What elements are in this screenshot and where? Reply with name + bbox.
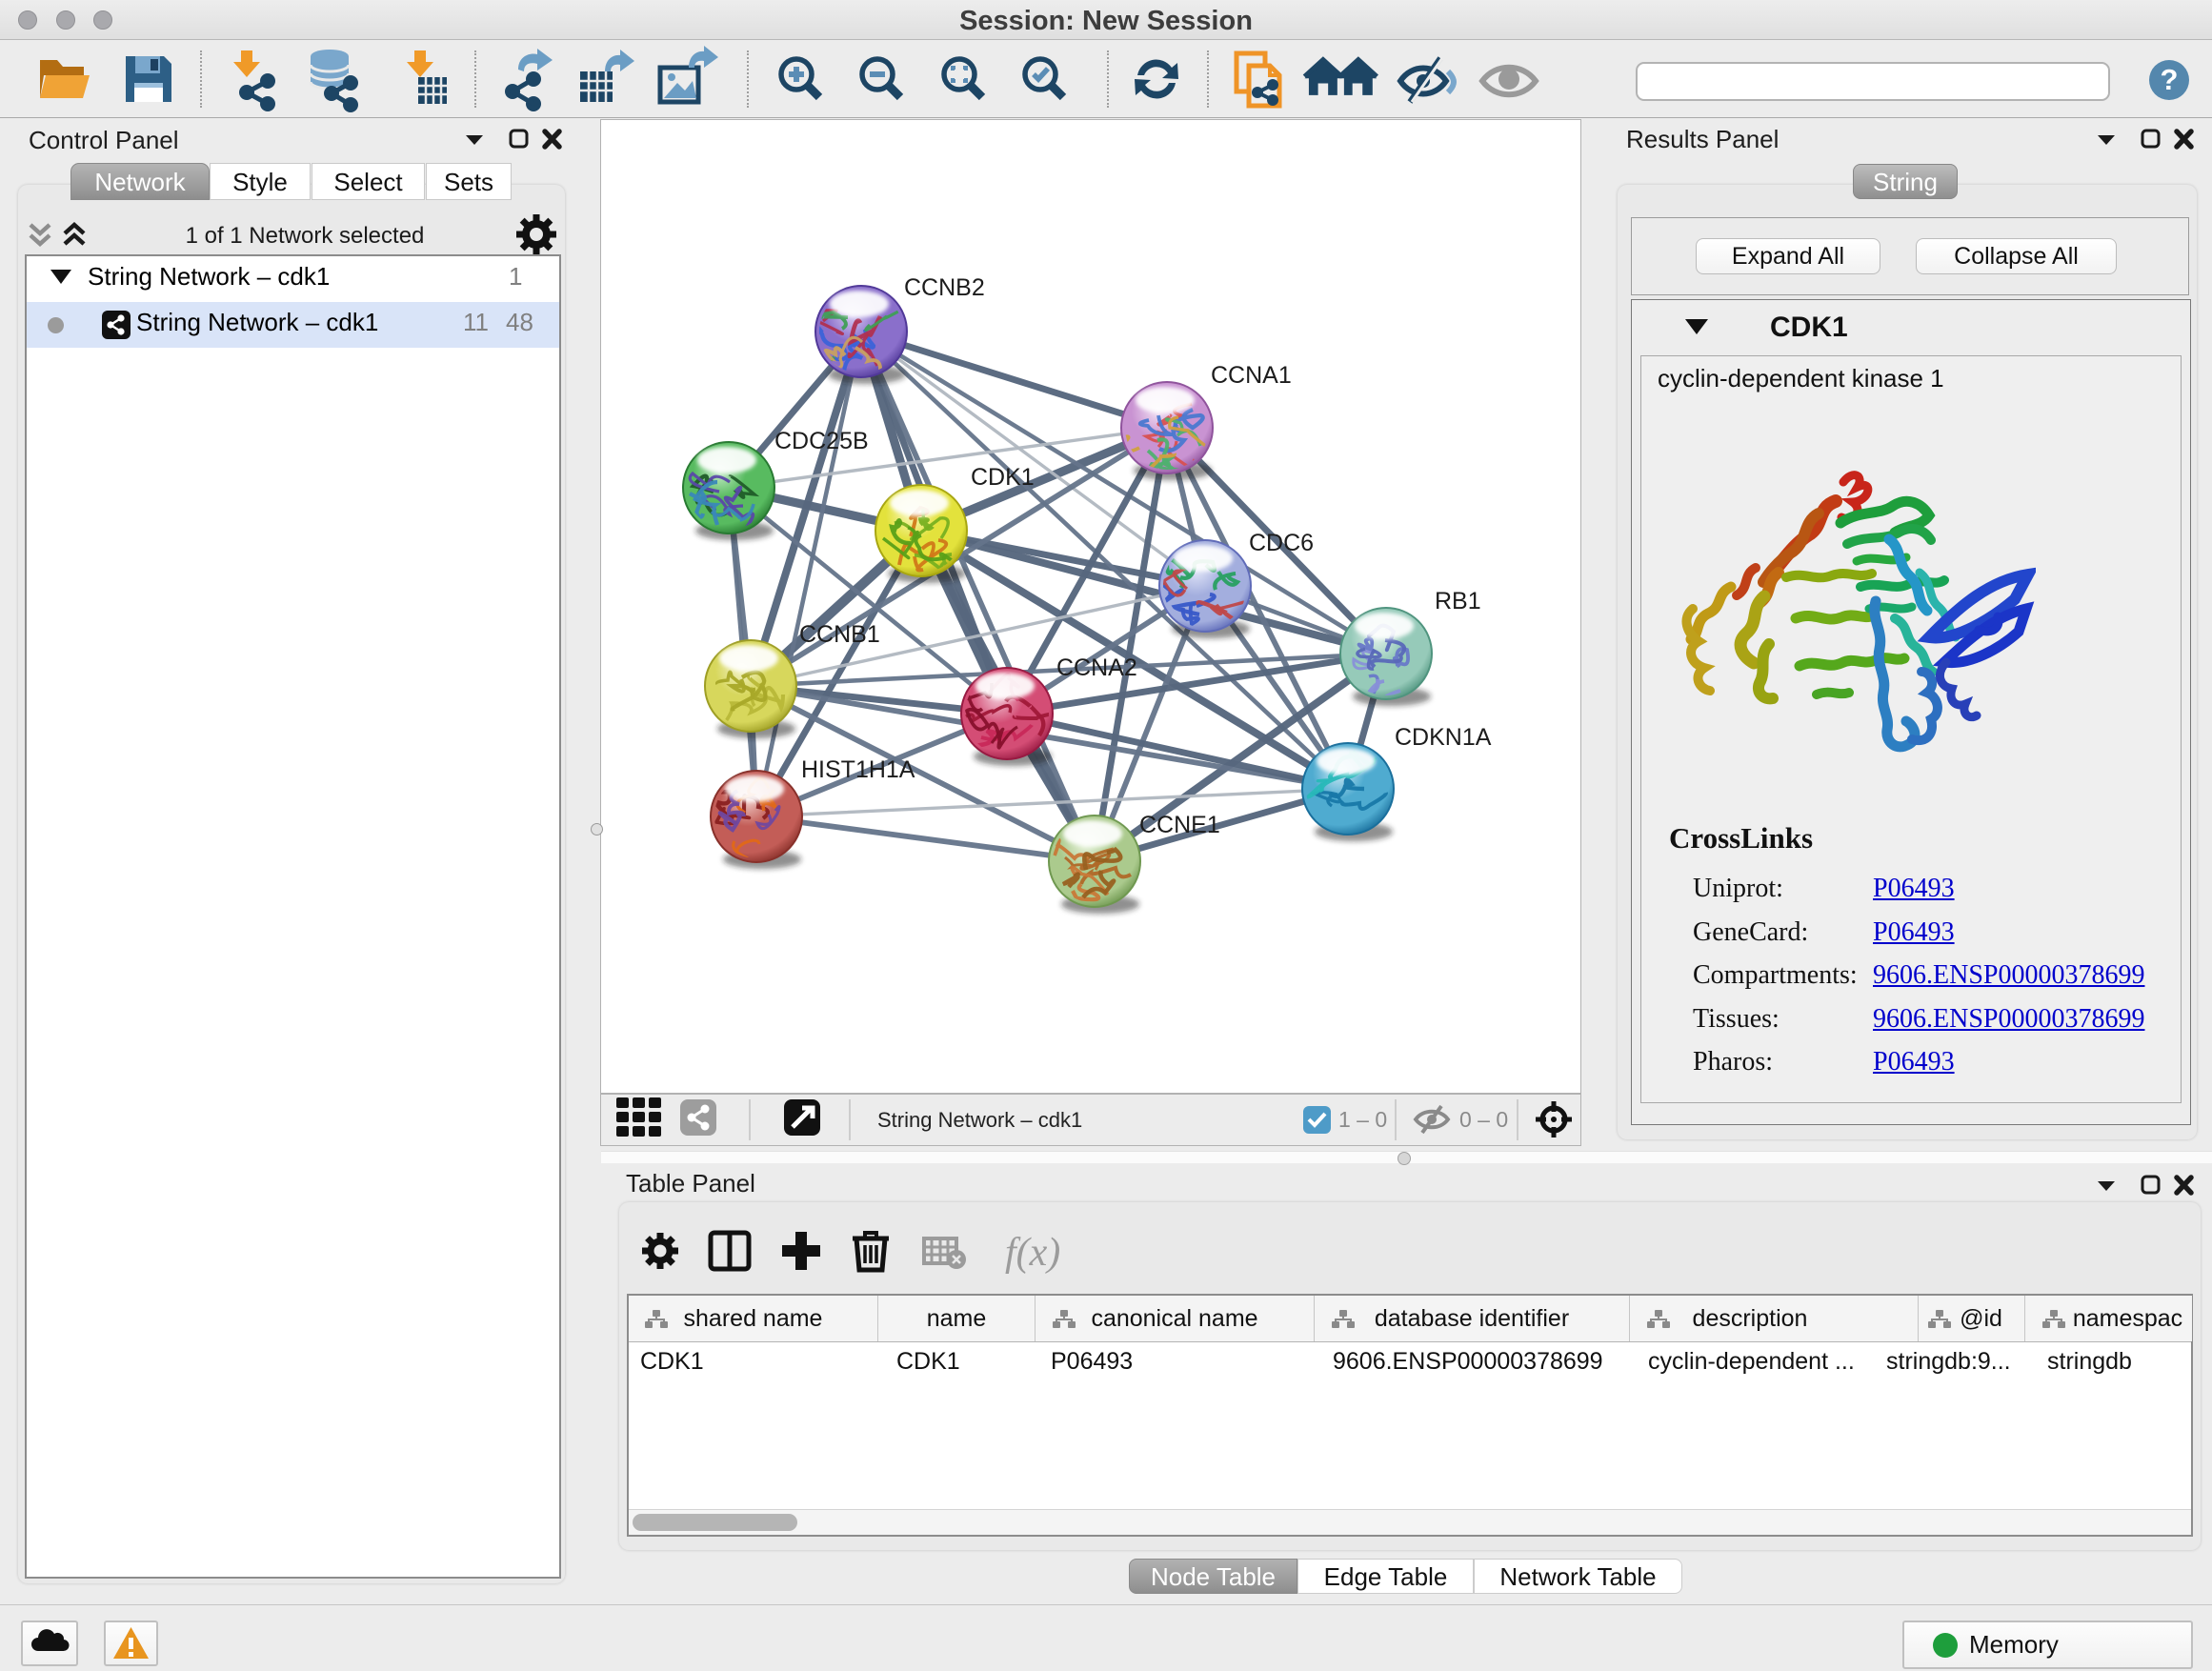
svg-text:CDC6: CDC6: [1249, 530, 1314, 556]
svg-text:CCNA2: CCNA2: [1056, 654, 1137, 681]
svg-text:0 – 0: 0 – 0: [1459, 1107, 1508, 1132]
svg-text:f(x): f(x): [1005, 1231, 1060, 1275]
svg-text:String Network – cdk1: String Network – cdk1: [877, 1108, 1082, 1132]
svg-text:CCNA1: CCNA1: [1211, 362, 1292, 389]
svg-text:HIST1H1A: HIST1H1A: [801, 756, 915, 783]
svg-text:1 of 1 Network selected: 1 of 1 Network selected: [186, 223, 425, 249]
svg-text:CDK1: CDK1: [971, 464, 1035, 491]
svg-text:CDC25B: CDC25B: [774, 428, 869, 454]
svg-text:1 – 0: 1 – 0: [1338, 1107, 1387, 1132]
svg-text:CCNB1: CCNB1: [799, 621, 880, 648]
svg-text:CCNE1: CCNE1: [1139, 812, 1220, 838]
svg-text:RB1: RB1: [1435, 588, 1481, 614]
svg-text:CDKN1A: CDKN1A: [1395, 724, 1492, 751]
svg-text:CCNB2: CCNB2: [904, 274, 985, 301]
